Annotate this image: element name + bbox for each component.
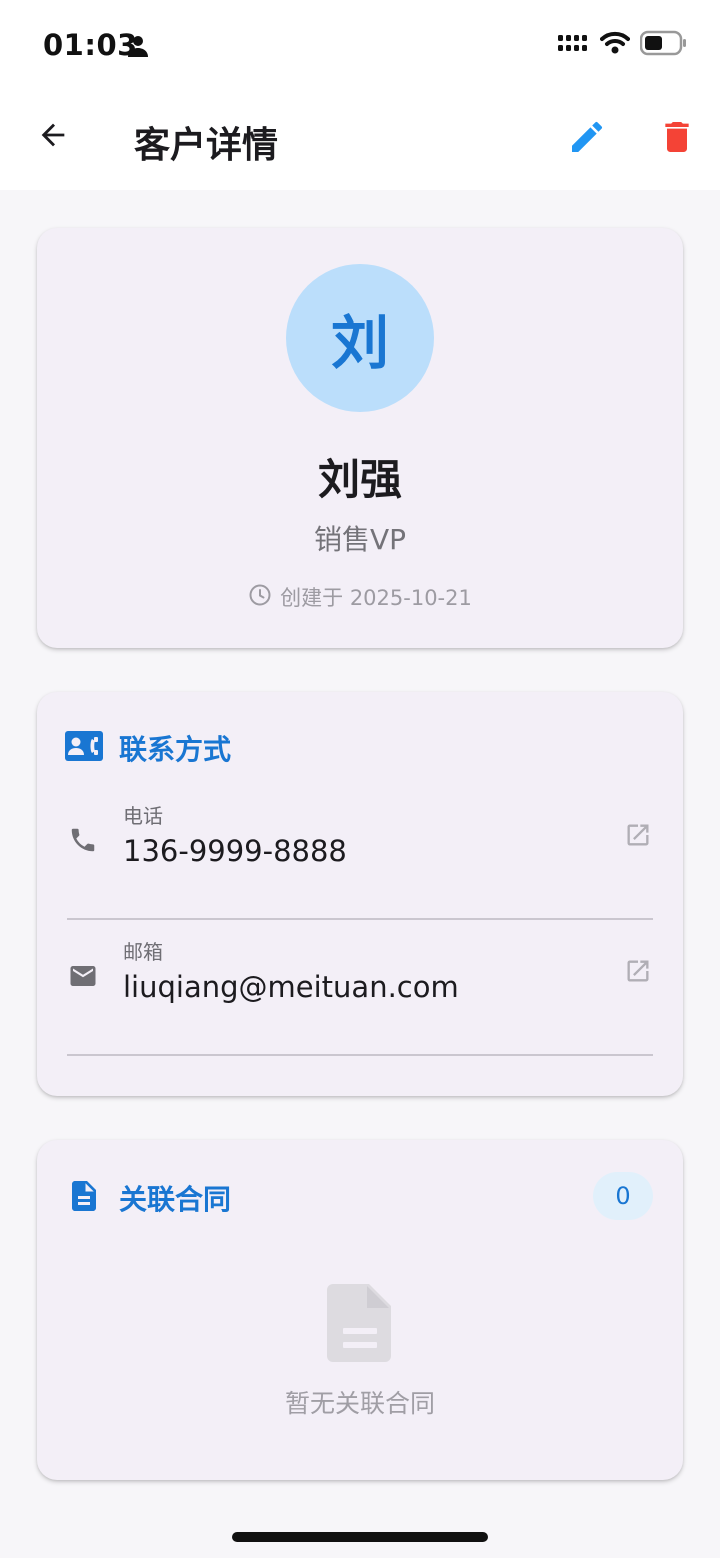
mail-icon — [67, 960, 99, 992]
contracts-count-badge: 0 — [593, 1172, 653, 1220]
status-icons — [558, 30, 688, 60]
email-value: liuqiang@meituan.com — [123, 970, 459, 1004]
empty-document-icon — [327, 1284, 393, 1364]
contracts-section-header: 关联合同 — [65, 1178, 231, 1218]
contact-section-header: 联系方式 — [65, 728, 231, 768]
document-icon — [65, 1178, 103, 1218]
created-date-text: 创建于 2025-10-21 — [280, 586, 472, 610]
customer-name: 刘强 — [317, 455, 402, 504]
contracts-card: 关联合同 0 暂无关联合同 — [37, 1140, 683, 1480]
delete-button[interactable] — [654, 116, 700, 162]
open-external-icon[interactable] — [623, 820, 653, 850]
edit-button[interactable] — [564, 116, 610, 162]
open-external-icon[interactable] — [623, 956, 653, 986]
back-button[interactable] — [30, 114, 76, 160]
customer-title: 销售VP — [313, 523, 407, 556]
phone-icon — [67, 824, 99, 856]
phone-value: 136-9999-8888 — [123, 834, 347, 868]
contact-section-title: 联系方式 — [119, 733, 232, 766]
home-indicator[interactable] — [232, 1532, 488, 1542]
app-bar: 客户详情 — [0, 92, 720, 190]
edit-pencil-icon — [567, 117, 607, 161]
signal-icon — [558, 31, 590, 59]
email-row[interactable]: 邮箱 liuqiang@meituan.com — [67, 920, 653, 1056]
profile-card: 刘 刘强 销售VP 创建于 2025-10-21 — [37, 228, 683, 648]
phone-label: 电话 — [123, 804, 163, 828]
avatar: 刘 — [286, 264, 434, 412]
clock-icon — [248, 583, 272, 612]
created-date: 创建于 2025-10-21 — [37, 582, 683, 612]
battery-icon — [639, 30, 688, 60]
page-title: 客户详情 — [134, 125, 279, 166]
wifi-icon — [600, 31, 630, 59]
avatar-initial: 刘 — [330, 309, 389, 377]
contracts-section-title: 关联合同 — [119, 1183, 232, 1216]
person-icon — [126, 34, 150, 62]
status-bar: 01:03 — [0, 0, 720, 92]
contact-card-icon — [65, 731, 103, 765]
status-time: 01:03 — [43, 28, 138, 62]
empty-state-text: 暂无关联合同 — [284, 1389, 435, 1418]
contact-card: 联系方式 电话 136-9999-8888 邮箱 liuqiang@meitua… — [37, 692, 683, 1096]
phone-row[interactable]: 电话 136-9999-8888 — [67, 784, 653, 920]
divider — [67, 1054, 653, 1056]
email-label: 邮箱 — [123, 940, 163, 964]
trash-icon — [657, 117, 697, 161]
arrow-back-icon — [36, 118, 70, 156]
